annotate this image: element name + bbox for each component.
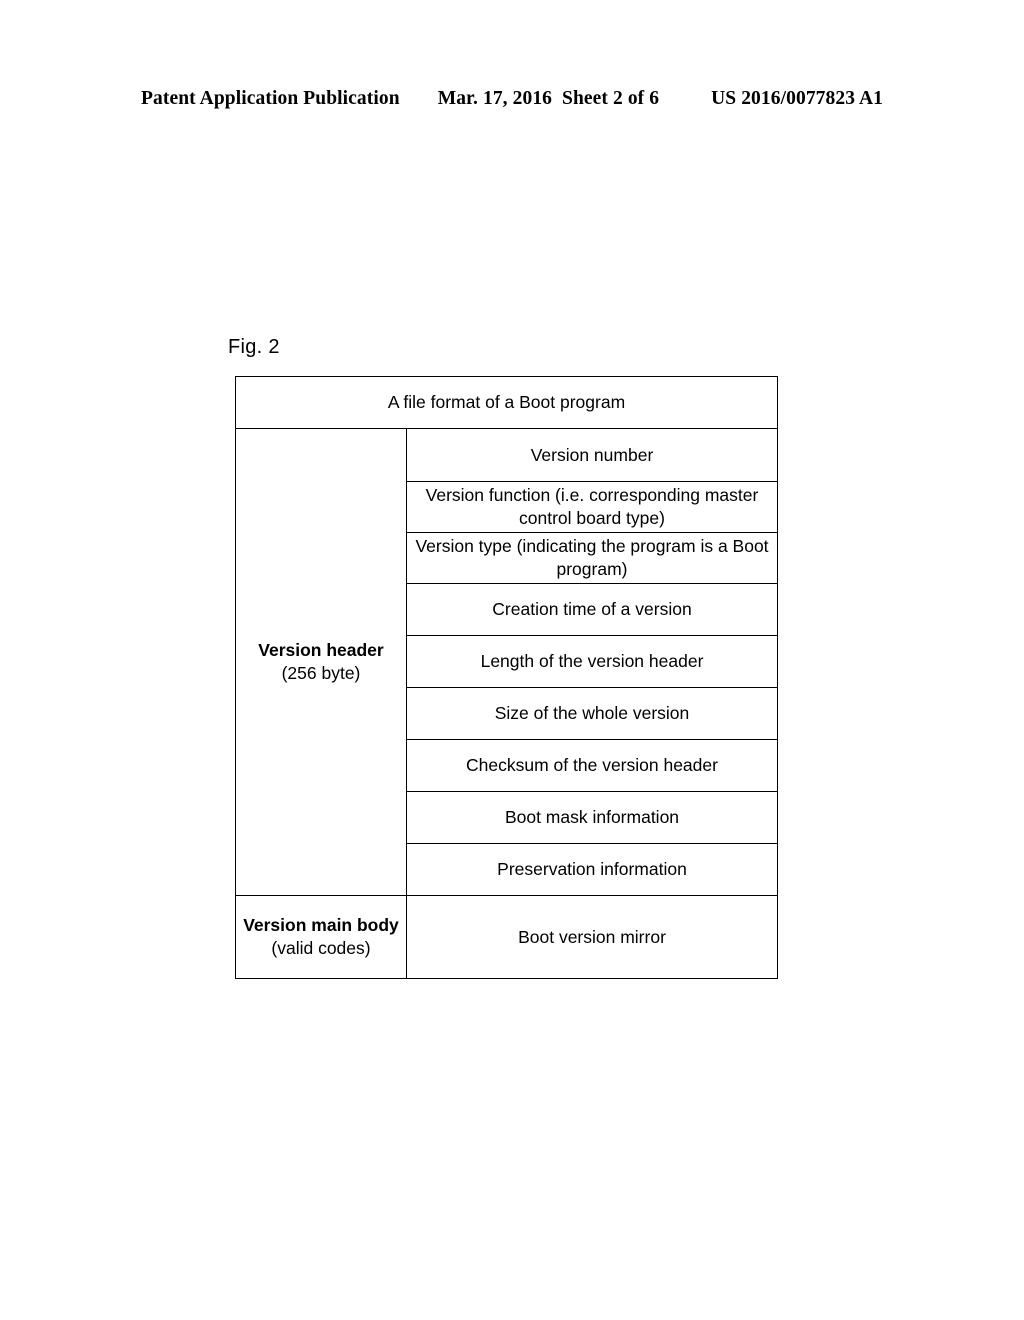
field-label: Boot mask information xyxy=(504,807,680,828)
diagram-title: A file format of a Boot program xyxy=(387,392,626,412)
section-label-main: Version header xyxy=(258,639,384,660)
section-label-sub: (valid codes) xyxy=(271,938,371,958)
section-label-version-main-body: Version main body (valid codes) xyxy=(236,896,407,978)
field-label: Version type (indicating the program is … xyxy=(415,536,769,579)
table-row: Boot mask information xyxy=(407,791,777,843)
publication-label: Patent Application Publication xyxy=(141,88,400,109)
figure-label: Fig. 2 xyxy=(228,336,280,358)
section-label-main: Version main body xyxy=(243,914,399,935)
table-row: Boot version mirror xyxy=(407,896,777,978)
table-row: Size of the whole version xyxy=(407,687,777,739)
section-rows-version-header: Version number Version function (i.e. co… xyxy=(407,429,777,895)
sheet-number: Sheet 2 of 6 xyxy=(562,88,660,109)
field-label: Preservation information xyxy=(497,859,687,880)
field-label: Size of the whole version xyxy=(494,703,690,724)
publication-date: Mar. 17, 2016 xyxy=(437,88,553,109)
section-label-sub: (256 byte) xyxy=(281,663,361,683)
field-label: Creation time of a version xyxy=(492,599,692,620)
table-row: Version function (i.e. corresponding mas… xyxy=(407,481,777,532)
table-row: Preservation information xyxy=(407,843,777,895)
diagram-sections: Version header (256 byte) Version number… xyxy=(236,429,777,978)
section-label-version-header: Version header (256 byte) xyxy=(236,429,407,895)
field-label: Checksum of the version header xyxy=(466,755,718,776)
patent-page-header: Patent Application Publication Mar. 17, … xyxy=(0,88,1024,110)
section-version-header: Version header (256 byte) Version number… xyxy=(236,429,777,895)
field-label: Version number xyxy=(530,444,654,465)
field-label: Length of the version header xyxy=(480,651,704,672)
section-rows-version-main-body: Boot version mirror xyxy=(407,896,777,978)
table-row: Creation time of a version xyxy=(407,583,777,635)
table-row: Checksum of the version header xyxy=(407,739,777,791)
diagram-title-row: A file format of a Boot program xyxy=(236,377,777,429)
file-format-diagram: A file format of a Boot program Version … xyxy=(235,376,778,979)
section-version-main-body: Version main body (valid codes) Boot ver… xyxy=(236,895,777,978)
patent-number: US 2016/0077823 A1 xyxy=(711,88,883,109)
table-row: Length of the version header xyxy=(407,635,777,687)
field-label: Version function (i.e. corresponding mas… xyxy=(425,485,759,528)
table-row: Version number xyxy=(407,429,777,481)
field-label: Boot version mirror xyxy=(518,926,666,947)
table-row: Version type (indicating the program is … xyxy=(407,532,777,583)
